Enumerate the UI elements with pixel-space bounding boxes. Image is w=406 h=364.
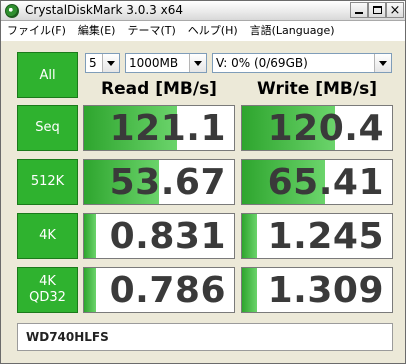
- seq-test-button[interactable]: Seq: [17, 105, 78, 151]
- chevron-down-icon[interactable]: [374, 54, 391, 72]
- write-progress-fill: [242, 214, 257, 258]
- test-size-select[interactable]: 1000MB: [125, 53, 207, 73]
- 4k-qd32-test-button[interactable]: 4K QD32: [17, 267, 78, 313]
- 4k-qd32-read-result: 0.786: [83, 267, 235, 313]
- 512k-read-value: 53.67: [109, 161, 226, 203]
- maximize-button[interactable]: [368, 2, 386, 18]
- menu-theme[interactable]: テーマ(T): [121, 21, 181, 41]
- minimize-icon: [355, 12, 363, 14]
- row-label-line1: 512K: [30, 174, 65, 189]
- 4k-qd32-write-result: 1.309: [241, 267, 393, 313]
- test-size-value: 1000MB: [129, 56, 179, 70]
- read-progress-fill: [84, 214, 96, 258]
- run-all-button[interactable]: All: [17, 52, 78, 98]
- menu-help[interactable]: ヘルプ(H): [182, 21, 244, 41]
- 4k-test-button[interactable]: 4K: [17, 213, 78, 259]
- title-bar[interactable]: CrystalDiskMark 3.0.3 x64 ×: [1, 1, 405, 21]
- crystaldiskmark-window: CrystalDiskMark 3.0.3 x64 × ファイル(F) 編集(E…: [0, 0, 406, 364]
- close-icon: ×: [389, 2, 401, 18]
- chevron-down-icon[interactable]: [189, 54, 206, 72]
- minimize-button[interactable]: [350, 2, 368, 18]
- write-progress-fill: [242, 268, 257, 312]
- menu-file[interactable]: ファイル(F): [1, 21, 72, 41]
- test-count-select[interactable]: 5: [85, 53, 120, 73]
- 4k-qd32-read-value: 0.786: [109, 269, 226, 311]
- 512k-write-value: 65.41: [267, 161, 384, 203]
- menu-edit[interactable]: 編集(E): [72, 21, 122, 41]
- row-label-line1: 4K: [39, 228, 56, 243]
- close-button[interactable]: ×: [386, 2, 404, 18]
- drive-value: V: 0% (0/69GB): [216, 56, 308, 70]
- seq-write-value: 120.4: [267, 107, 384, 149]
- row-label-line1: 4K: [39, 274, 56, 289]
- row-label-line1: Seq: [35, 120, 60, 135]
- 4k-write-value: 1.245: [267, 215, 384, 257]
- 512k-write-result: 65.41: [241, 159, 393, 205]
- 512k-test-button[interactable]: 512K: [17, 159, 78, 205]
- maximize-icon: [372, 6, 382, 14]
- 4k-read-result: 0.831: [83, 213, 235, 259]
- write-header: Write [MB/s]: [257, 79, 377, 99]
- test-count-value: 5: [89, 56, 97, 70]
- comment-field[interactable]: WD740HLFS: [17, 323, 393, 351]
- drive-select[interactable]: V: 0% (0/69GB): [212, 53, 392, 73]
- chevron-down-icon[interactable]: [102, 54, 119, 72]
- 512k-read-result: 53.67: [83, 159, 235, 205]
- app-icon: [5, 4, 19, 18]
- 4k-write-result: 1.245: [241, 213, 393, 259]
- read-header: Read [MB/s]: [101, 79, 217, 99]
- read-progress-fill: [84, 268, 96, 312]
- 4k-read-value: 0.831: [109, 215, 226, 257]
- seq-read-result: 121.1: [83, 105, 235, 151]
- menu-bar: ファイル(F) 編集(E) テーマ(T) ヘルプ(H) 言語(Language): [1, 21, 405, 41]
- window-title: CrystalDiskMark 3.0.3 x64: [25, 3, 183, 17]
- 4k-qd32-write-value: 1.309: [267, 269, 384, 311]
- seq-read-value: 121.1: [109, 107, 226, 149]
- menu-language[interactable]: 言語(Language): [244, 21, 341, 41]
- row-label-line2: QD32: [29, 290, 66, 305]
- seq-write-result: 120.4: [241, 105, 393, 151]
